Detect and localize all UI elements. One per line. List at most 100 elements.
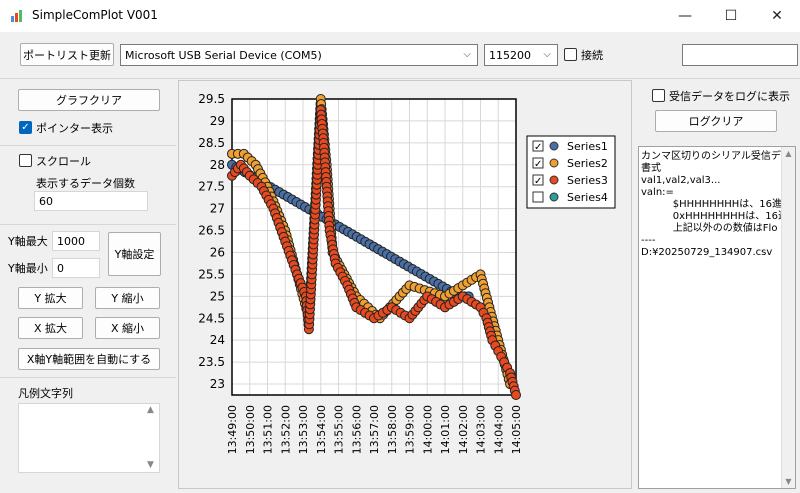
y-tick-label: 23	[210, 377, 225, 391]
legend-label: Series3	[567, 174, 608, 187]
log-line: 上記以外のの数値はFlo	[641, 223, 778, 234]
log-textbox[interactable]: カンマ区切りのシリアル受信デ 書式 val1,val2,val3... valn:= …	[638, 146, 796, 489]
log-line: ----	[641, 235, 656, 246]
y-tick-label: 28.5	[198, 136, 225, 150]
chart-panel: 29.5 29 28.5 28 27.5 27 26.5 26 25.5 25 24.5 24 23.5…	[178, 80, 632, 489]
port-select[interactable]: Microsoft USB Serial Device (COM5) ⌵	[120, 44, 478, 66]
check-icon: ✓	[534, 176, 542, 187]
x-tick-label: 14:05:00	[510, 405, 523, 454]
x-tick-label: 13:53:00	[297, 405, 310, 454]
y-tick-label: 27.5	[198, 180, 225, 194]
log-line: カンマ区切りのシリアル受信デ	[641, 151, 781, 162]
x-tick-label: 13:59:00	[404, 405, 417, 454]
legend-label: Series2	[567, 157, 608, 170]
check-icon: ✓	[534, 142, 542, 153]
minimize-button[interactable]: —	[662, 0, 708, 32]
scroll-label: スクロール	[36, 155, 91, 168]
x-tick-label: 14:03:00	[475, 405, 488, 454]
scroll-up-icon[interactable]: ▲	[147, 405, 154, 415]
chevron-down-icon: ⌵	[463, 49, 471, 60]
y-tick-label: 23.5	[198, 355, 225, 369]
y-tick-label: 26	[210, 245, 225, 259]
x-zoom-in-button[interactable]: X 拡大	[18, 317, 83, 339]
graph-clear-button[interactable]: グラフクリア	[18, 89, 160, 111]
y-tick-label: 29	[210, 114, 225, 128]
log-scrollbar[interactable]: ▲ ▼	[781, 147, 795, 488]
log-clear-button[interactable]: ログクリア	[655, 110, 777, 132]
baud-select-value: 115200	[489, 48, 531, 62]
legend-marker	[549, 141, 559, 151]
x-tick-label: 14:00:00	[421, 405, 434, 454]
y-tick-label: 24	[210, 333, 225, 347]
log-receive-checkbox[interactable]	[652, 89, 665, 102]
scroll-down-icon[interactable]: ▼	[782, 477, 795, 486]
scroll-up-icon[interactable]: ▲	[782, 149, 795, 158]
x-tick-label: 14:04:00	[492, 405, 505, 454]
x-tick-label: 13:57:00	[368, 405, 381, 454]
log-line: D:¥20250729_134907.csv	[641, 247, 773, 258]
y-zoom-out-button[interactable]: Y 縮小	[95, 287, 160, 309]
extra-input[interactable]	[682, 44, 798, 66]
left-divider	[0, 145, 176, 146]
scroll-down-icon[interactable]: ▼	[147, 460, 154, 470]
scroll-checkbox[interactable]	[19, 154, 32, 167]
log-line: valn:=	[641, 187, 674, 198]
x-tick-label: 13:58:00	[386, 405, 399, 454]
toolbar-divider	[0, 78, 800, 79]
left-divider	[0, 377, 176, 378]
left-divider	[0, 224, 176, 225]
legend-checkbox	[532, 191, 544, 203]
y-zoom-in-button[interactable]: Y 拡大	[18, 287, 83, 309]
x-tick-label: 14:01:00	[439, 405, 452, 454]
y-tick-label: 29.5	[198, 92, 225, 106]
y-min-label: Y軸最小	[8, 262, 48, 275]
pointer-display-checkbox[interactable]: ✓	[19, 121, 32, 134]
y-tick-label: 26.5	[198, 224, 225, 238]
port-select-value: Microsoft USB Serial Device (COM5)	[125, 48, 322, 62]
x-zoom-out-button[interactable]: X 縮小	[95, 317, 160, 339]
x-tick-label: 13:51:00	[262, 405, 275, 454]
y-tick-label: 25	[210, 289, 225, 303]
legend-marker	[549, 192, 559, 202]
close-button[interactable]: ✕	[754, 0, 800, 32]
x-tick-label: 13:56:00	[350, 405, 363, 454]
y-tick-label: 25.5	[198, 267, 225, 281]
legend-marker	[549, 175, 559, 185]
chevron-down-icon: ⌵	[543, 49, 551, 60]
app-icon	[11, 10, 22, 22]
log-line: $HHHHHHHHは、16進数	[641, 199, 793, 210]
baud-select[interactable]: 115200 ⌵	[484, 44, 558, 66]
connect-checkbox[interactable]	[564, 48, 577, 61]
legend-text-label: 凡例文字列	[18, 387, 73, 400]
series-point	[511, 390, 521, 400]
x-tick-label: 13:50:00	[244, 405, 257, 454]
chart-canvas[interactable]: 29.5 29 28.5 28 27.5 27 26.5 26 25.5 25 24.5 24 23.5…	[179, 81, 633, 490]
y-set-button[interactable]: Y軸設定	[108, 232, 161, 276]
log-line: 書式	[641, 163, 661, 174]
y-max-label: Y軸最大	[8, 235, 48, 248]
port-refresh-button[interactable]: ポートリスト更新	[20, 43, 114, 66]
legend-text-area[interactable]	[18, 403, 160, 473]
connect-label: 接続	[581, 49, 603, 62]
display-count-input[interactable]: 60	[34, 191, 148, 211]
check-icon: ✓	[534, 159, 542, 170]
x-tick-label: 13:54:00	[315, 405, 328, 454]
x-tick-label: 14:02:00	[457, 405, 470, 454]
window-title: SimpleComPlot V001	[32, 8, 158, 22]
legend-label: Series1	[567, 140, 608, 153]
y-tick-label: 27	[210, 202, 225, 216]
y-min-input[interactable]: 0	[52, 258, 100, 278]
log-line: val1,val2,val3...	[641, 175, 721, 186]
log-receive-label: 受信データをログに表示	[669, 90, 790, 103]
legend-label: Series4	[567, 191, 608, 204]
x-tick-label: 13:52:00	[279, 405, 292, 454]
y-max-input[interactable]: 1000	[52, 231, 100, 251]
log-line: 0xHHHHHHHHは、16進数	[641, 211, 796, 222]
x-tick-label: 13:55:00	[333, 405, 346, 454]
auto-range-button[interactable]: X軸Y軸範囲を自動にする	[18, 348, 160, 370]
x-tick-label: 13:49:00	[226, 405, 239, 454]
display-count-label: 表示するデータ個数	[36, 177, 135, 190]
maximize-button[interactable]: ☐	[708, 0, 754, 32]
y-tick-label: 24.5	[198, 311, 225, 325]
legend-marker	[549, 158, 559, 168]
